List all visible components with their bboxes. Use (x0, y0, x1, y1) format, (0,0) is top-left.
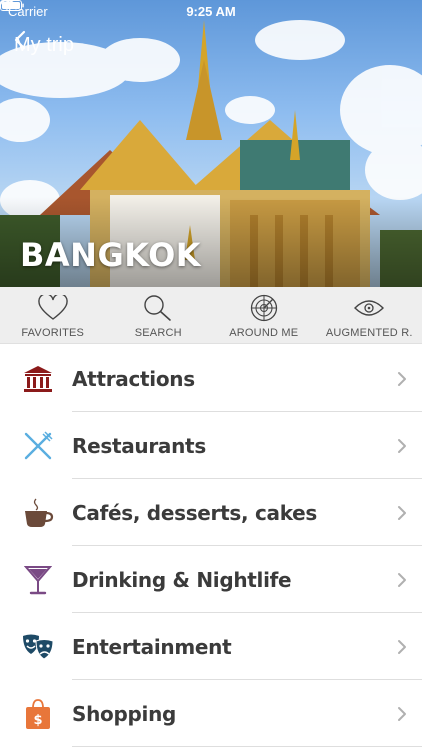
chevron-right-icon (398, 639, 406, 654)
museum-icon (24, 365, 52, 392)
category-label: Cafés, desserts, cakes (72, 500, 318, 525)
search-button[interactable]: SEARCH (106, 287, 212, 343)
city-title: BANGKOK (20, 236, 202, 274)
chevron-left-icon (14, 30, 26, 50)
hero-image: Carrier 9:25 AM My trip BANGKOK (0, 0, 422, 287)
battery-icon (0, 0, 24, 11)
augmented-reality-button[interactable]: AUGMENTED R. (317, 287, 422, 343)
svg-text:$: $ (33, 713, 42, 728)
around-me-label: AROUND ME (229, 327, 299, 339)
category-label: Shopping (72, 701, 177, 726)
radar-icon (250, 294, 277, 322)
search-label: SEARCH (134, 327, 182, 339)
category-label: Drinking & Nightlife (72, 567, 292, 592)
chevron-right-icon (398, 706, 406, 721)
status-bar: Carrier 9:25 AM (0, 0, 422, 22)
around-me-button[interactable]: AROUND ME (211, 287, 317, 343)
status-time: 9:25 AM (186, 4, 236, 19)
action-toolbar: FAVORITES SEARCH AROUND ME AUGMENTED R. (0, 287, 422, 344)
chevron-right-icon (398, 572, 406, 587)
magnifier-icon (144, 295, 172, 321)
category-label: Entertainment (72, 634, 232, 659)
chevron-right-icon (398, 371, 406, 386)
favorites-button[interactable]: FAVORITES (0, 287, 106, 343)
category-label: Attractions (72, 366, 195, 391)
favorites-label: FAVORITES (21, 327, 85, 339)
category-label: Restaurants (72, 433, 206, 458)
back-button[interactable]: My trip (14, 30, 74, 60)
coffee-cup-icon (25, 498, 54, 527)
heart-icon (38, 295, 68, 320)
category-row-entertainment[interactable]: Entertainment (0, 613, 422, 680)
theater-masks-icon (23, 634, 54, 660)
category-list: Attractions Restaurants Cafés, desserts,… (0, 345, 422, 747)
category-row-shopping[interactable]: $ Shopping (0, 680, 422, 747)
chevron-right-icon (398, 438, 406, 453)
chevron-right-icon (398, 505, 406, 520)
category-row-drinking[interactable]: Drinking & Nightlife (0, 546, 422, 613)
augmented-reality-label: AUGMENTED R. (325, 327, 413, 339)
category-row-attractions[interactable]: Attractions (0, 345, 422, 412)
shopping-bag-icon: $ (26, 698, 50, 729)
eye-icon (354, 300, 385, 316)
category-row-restaurants[interactable]: Restaurants (0, 412, 422, 479)
cocktail-icon (24, 565, 52, 594)
category-row-cafes[interactable]: Cafés, desserts, cakes (0, 479, 422, 546)
fork-knife-icon (24, 430, 53, 459)
